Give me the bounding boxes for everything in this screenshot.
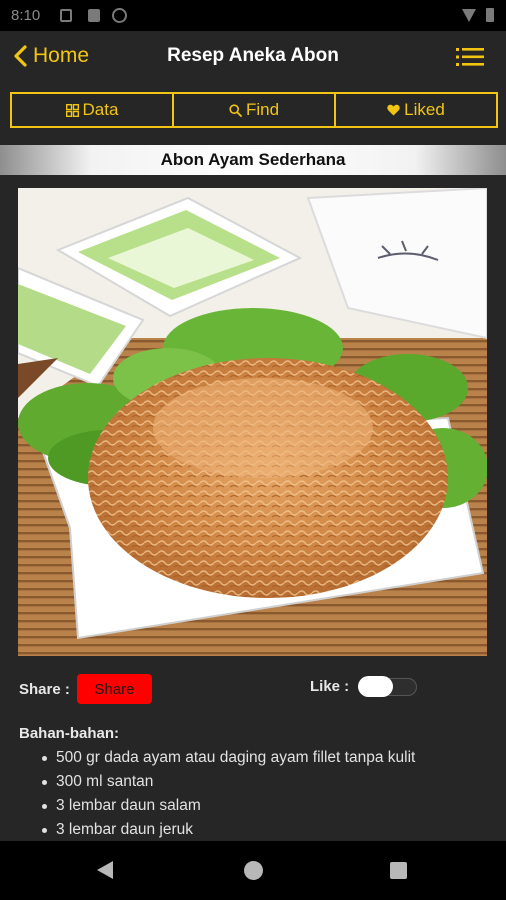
app-title: Resep Aneka Abon (167, 45, 339, 66)
ingredients-heading: Bahan-bahan: (19, 725, 120, 742)
grid-icon (65, 103, 79, 117)
tab-bar: Data Find Liked (10, 92, 498, 128)
app-screen: 8:10 Home Resep Aneka Abon Data Find Lik… (0, 0, 506, 900)
app-bar: Home Resep Aneka Abon (0, 31, 506, 83)
recipe-title-band: Abon Ayam Sederhana (0, 145, 506, 175)
like-toggle-thumb (358, 676, 393, 697)
nav-back-icon[interactable] (97, 861, 113, 879)
data-saver-icon (112, 8, 127, 23)
ingredients-list: 500 gr dada ayam atau daging ayam fillet… (40, 746, 415, 842)
wifi-icon (462, 9, 476, 22)
ingredient-item: 300 ml santan (40, 770, 415, 794)
nav-recents-icon[interactable] (390, 862, 407, 879)
tab-liked[interactable]: Liked (334, 94, 496, 126)
share-button[interactable]: Share (77, 674, 152, 704)
share-label: Share : (19, 681, 70, 698)
tab-liked-label: Liked (404, 100, 445, 119)
notification-icon (60, 9, 72, 22)
menu-list-icon[interactable] (456, 47, 484, 67)
tab-find[interactable]: Find (172, 94, 334, 126)
ingredient-item: 500 gr dada ayam atau daging ayam fillet… (40, 746, 415, 770)
tab-data-label: Data (82, 100, 119, 119)
ingredient-item: 3 lembar daun jeruk (40, 818, 415, 842)
status-bar: 8:10 (0, 0, 506, 31)
recipe-photo-image (18, 188, 487, 656)
search-icon (229, 103, 242, 117)
system-nav-bar (0, 841, 506, 900)
battery-icon (486, 8, 494, 22)
tab-data[interactable]: Data (12, 94, 172, 126)
nav-home-icon[interactable] (244, 861, 263, 880)
like-toggle[interactable] (356, 675, 419, 699)
heart-icon (387, 104, 400, 116)
like-label: Like : (310, 678, 350, 695)
status-time: 8:10 (11, 7, 41, 24)
recipe-photo (18, 188, 487, 656)
recipe-title: Abon Ayam Sederhana (160, 150, 346, 169)
tab-find-label: Find (245, 100, 280, 119)
sim-card-icon (88, 9, 100, 22)
ingredient-item: 3 lembar daun salam (40, 794, 415, 818)
